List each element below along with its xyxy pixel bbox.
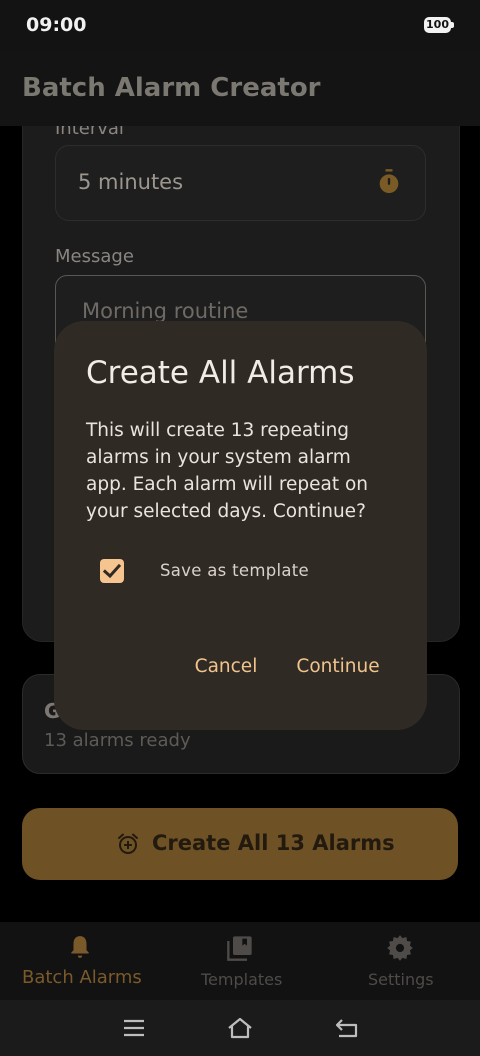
cancel-button[interactable]: Cancel: [188, 650, 264, 684]
checkmark-icon: [102, 563, 122, 579]
battery-tip: [451, 22, 454, 28]
home-icon[interactable]: [226, 1016, 254, 1040]
recents-menu-icon[interactable]: [123, 1019, 145, 1037]
save-template-label[interactable]: Save as template: [160, 561, 309, 580]
continue-button[interactable]: Continue: [288, 650, 388, 684]
dialog-message: This will create 13 repeating alarms in …: [86, 420, 369, 522]
status-time: 09:00: [26, 14, 87, 36]
battery-icon: 100: [424, 17, 451, 33]
dialog-title: Create All Alarms: [86, 355, 355, 391]
save-template-checkbox[interactable]: [100, 559, 124, 583]
back-icon[interactable]: [334, 1017, 360, 1039]
